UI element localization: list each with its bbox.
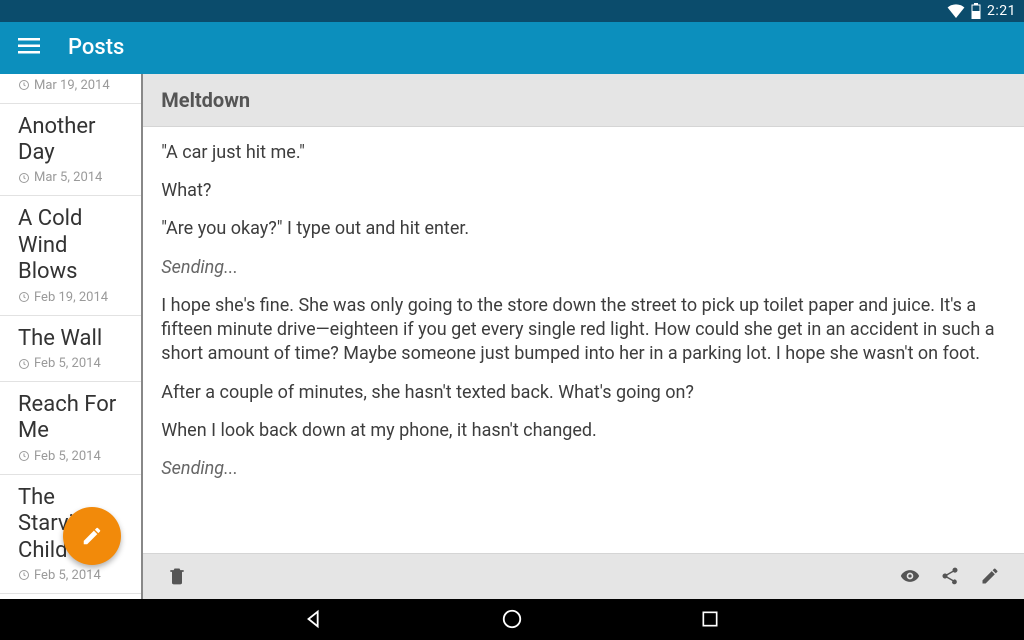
detail-paragraph: I hope she's fine. She was only going to… (161, 294, 1006, 367)
content-area: Mar 19, 2014 Another Day Mar 5, 2014 A Cold… (0, 74, 1024, 599)
detail-paragraph: What? (161, 179, 1006, 203)
list-item[interactable]: A Cold Wind Blows Feb 19, 2014 (0, 196, 141, 315)
post-date: Mar 5, 2014 (34, 170, 102, 185)
clock-icon (18, 291, 30, 303)
detail-paragraph: When I look back down at my phone, it ha… (161, 419, 1006, 443)
back-icon (303, 608, 325, 630)
list-item[interactable]: The Wall Feb 5, 2014 (0, 316, 141, 382)
detail-paragraph: "Are you okay?" I type out and hit enter… (161, 217, 1006, 241)
detail-header: Meltdown (143, 74, 1024, 127)
android-navbar (0, 599, 1024, 640)
home-icon (501, 608, 523, 630)
post-date-row: Feb 19, 2014 (18, 290, 123, 305)
post-date: Feb 5, 2014 (34, 449, 101, 464)
preview-button[interactable] (890, 556, 930, 596)
clock-icon (18, 79, 30, 91)
post-title: A Cold Wind Blows (18, 206, 123, 285)
detail-title: Meltdown (161, 88, 1006, 112)
nav-recent[interactable] (696, 605, 724, 633)
recent-icon (700, 609, 720, 629)
eye-icon (898, 566, 922, 586)
menu-icon[interactable] (18, 38, 40, 58)
clock-icon (18, 569, 30, 581)
detail-paragraph: After a couple of minutes, she hasn't te… (161, 381, 1006, 405)
post-date: Feb 5, 2014 (34, 356, 101, 371)
pencil-icon (980, 566, 1000, 586)
share-icon (940, 566, 960, 586)
share-button[interactable] (930, 556, 970, 596)
detail-paragraph: Sending... (161, 256, 1006, 280)
post-title: Another Day (18, 114, 123, 167)
wifi-icon (947, 4, 965, 18)
list-item[interactable]: Another Day Mar 5, 2014 (0, 104, 141, 197)
status-clock: 2:21 (987, 3, 1016, 19)
clock-icon (18, 172, 30, 184)
pencil-icon (81, 525, 103, 547)
delete-button[interactable] (157, 556, 197, 596)
post-date-row: Mar 5, 2014 (18, 170, 123, 185)
battery-icon (971, 3, 981, 19)
post-date-row: Feb 5, 2014 (18, 568, 123, 583)
list-item[interactable]: Reach For Me Feb 5, 2014 (0, 382, 141, 475)
post-date-row: Mar 19, 2014 (18, 78, 123, 93)
post-date: Feb 19, 2014 (34, 290, 108, 305)
detail-pane: Meltdown "A car just hit me." What? "Are y… (143, 74, 1024, 599)
nav-home[interactable] (498, 605, 526, 633)
post-title: The Wall (18, 326, 123, 352)
detail-paragraph: "A car just hit me." (161, 141, 1006, 165)
post-date: Feb 5, 2014 (34, 568, 101, 583)
app-bar-title: Posts (68, 35, 124, 60)
detail-body[interactable]: "A car just hit me." What? "Are you okay?"… (143, 127, 1024, 553)
list-item[interactable]: About The AuthorFeb 5, 2014 (0, 594, 141, 599)
post-title: Reach For Me (18, 392, 123, 445)
status-bar: 2:21 (0, 0, 1024, 22)
post-list[interactable]: Mar 19, 2014 Another Day Mar 5, 2014 A Cold… (0, 74, 143, 599)
compose-fab[interactable] (63, 507, 121, 565)
detail-toolbar (143, 553, 1024, 599)
edit-button[interactable] (970, 556, 1010, 596)
post-date-row: Feb 5, 2014 (18, 449, 123, 464)
list-item[interactable]: Mar 19, 2014 (0, 74, 141, 104)
nav-back[interactable] (300, 605, 328, 633)
clock-icon (18, 450, 30, 462)
clock-icon (18, 358, 30, 370)
screen: 2:21 Posts Mar 19, 2014 Another Day Mar 5,… (0, 0, 1024, 640)
app-bar: Posts (0, 22, 1024, 73)
post-date: Mar 19, 2014 (34, 78, 110, 93)
detail-paragraph: Sending... (161, 457, 1006, 481)
trash-icon (167, 566, 187, 586)
post-date-row: Feb 5, 2014 (18, 356, 123, 371)
